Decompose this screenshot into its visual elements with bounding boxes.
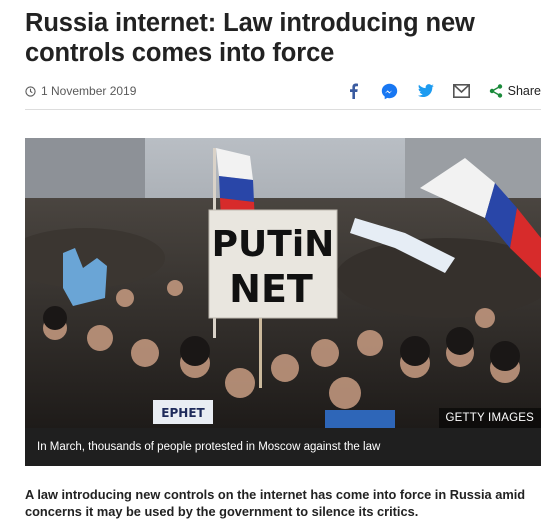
protest-photo: PUTiN NET EPHET GETTY IMAGES [25, 138, 541, 428]
crowd-banner-text: EPHET [161, 406, 205, 420]
image-credit: GETTY IMAGES [438, 408, 541, 428]
sign-line-1: PUTiN [212, 224, 335, 265]
publish-date: 1 November 2019 [25, 84, 136, 98]
twitter-icon[interactable] [417, 82, 435, 100]
messenger-icon[interactable] [381, 82, 399, 100]
article-lead-paragraph: A law introducing new controls on the in… [25, 487, 526, 519]
share-label: Share [507, 84, 541, 98]
article-headline: Russia internet: Law introducing new con… [25, 9, 475, 67]
email-icon[interactable] [453, 82, 471, 100]
article-figure: PUTiN NET EPHET GETTY IMAGES In March, t… [25, 138, 541, 466]
share-tools: Share [327, 82, 541, 100]
article-meta: 1 November 2019 Share [25, 78, 541, 104]
clock-icon [25, 85, 36, 97]
meta-divider [25, 109, 541, 110]
sign-line-2: NET [229, 267, 313, 311]
share-button[interactable]: Share [489, 84, 541, 98]
facebook-icon[interactable] [345, 82, 363, 100]
share-icon [489, 84, 502, 98]
image-caption: In March, thousands of people protested … [25, 428, 541, 466]
publish-date-text: 1 November 2019 [41, 84, 137, 98]
